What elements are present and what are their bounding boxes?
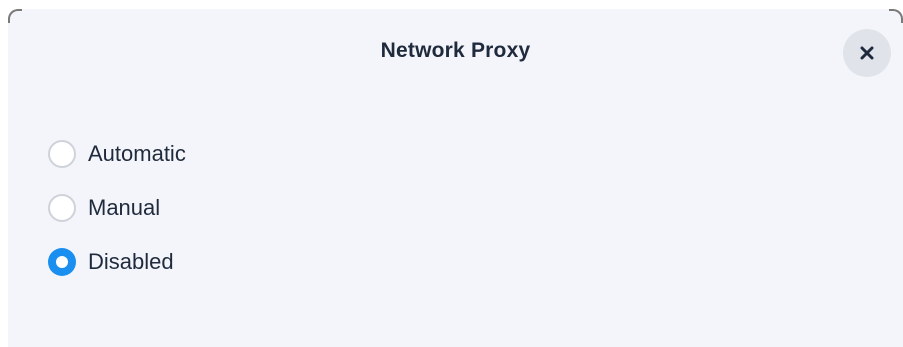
radio-label-manual: Manual (88, 195, 161, 220)
radio-button-disabled[interactable] (48, 248, 76, 276)
radio-option-manual[interactable]: Manual (48, 193, 186, 223)
radio-option-automatic[interactable]: Automatic (48, 139, 186, 169)
radio-button-automatic[interactable] (48, 140, 76, 168)
dialog-title: Network Proxy (380, 39, 531, 62)
radio-label-automatic: Automatic (88, 141, 186, 166)
radio-label-disabled: Disabled (88, 249, 174, 274)
network-proxy-dialog: Network Proxy Automatic Manual Disabled (8, 9, 903, 347)
radio-option-disabled[interactable]: Disabled (48, 247, 186, 277)
radio-button-manual[interactable] (48, 194, 76, 222)
proxy-mode-radio-group: Automatic Manual Disabled (48, 139, 186, 301)
close-button[interactable] (843, 29, 891, 77)
dialog-titlebar: Network Proxy (8, 9, 903, 95)
close-icon (860, 46, 874, 60)
